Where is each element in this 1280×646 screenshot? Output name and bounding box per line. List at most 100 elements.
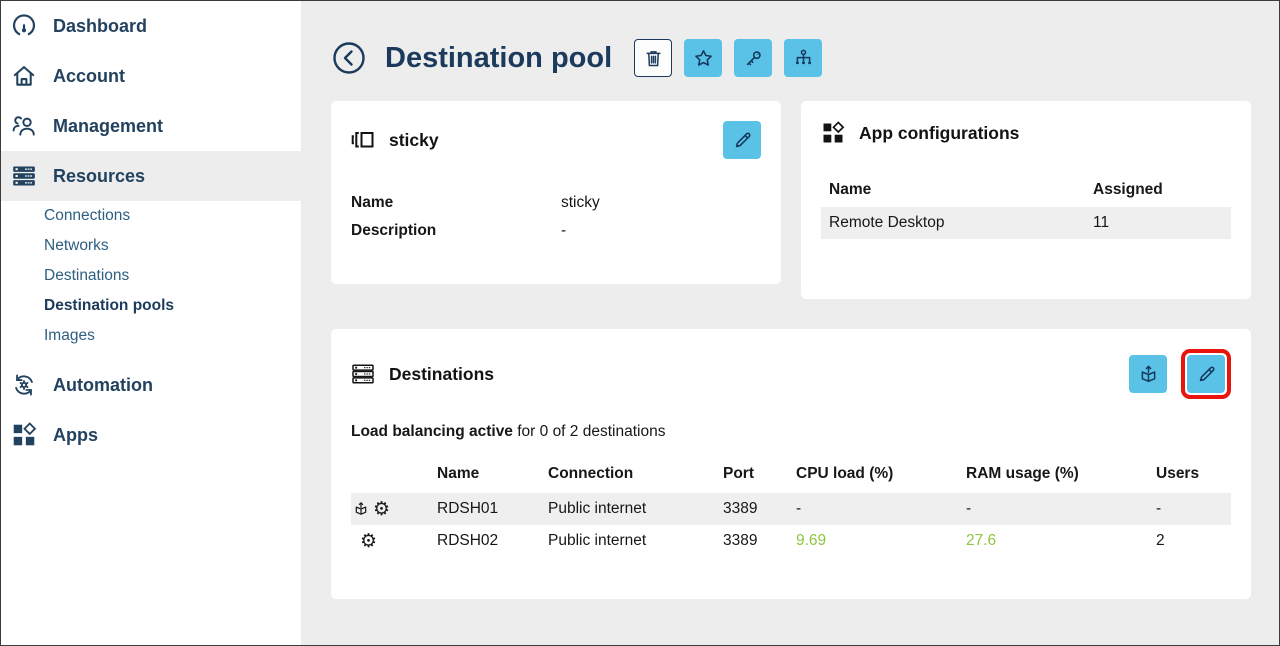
sync-gear-icon xyxy=(11,372,37,398)
gauge-icon xyxy=(11,13,37,39)
resources-subnav: Connections Networks Destinations Destin… xyxy=(1,201,301,351)
unbox-icon xyxy=(353,501,369,517)
sidebar-item-images[interactable]: Images xyxy=(1,321,301,351)
table-row: ⚙ RDSH01 Public internet 3389 - - - xyxy=(351,493,1231,525)
table-row[interactable]: Remote Desktop 11 xyxy=(821,207,1231,239)
sidebar-item-label: Management xyxy=(53,116,163,137)
destinations-table: Name Connection Port CPU load (%) RAM us… xyxy=(351,455,1231,557)
gear-icon[interactable]: ⚙ xyxy=(373,500,390,519)
column-header-name: Name xyxy=(829,181,1093,199)
column-header-ram: RAM usage (%) xyxy=(966,465,1156,483)
sub-item-label: Connections xyxy=(44,207,130,225)
sidebar-item-label: Dashboard xyxy=(53,16,147,37)
sub-item-label: Images xyxy=(44,327,95,345)
key-icon xyxy=(743,48,764,69)
field-value: sticky xyxy=(561,194,600,212)
cell-users: - xyxy=(1156,500,1231,518)
table-row: ⚙ RDSH02 Public internet 3389 9.69 27.6 … xyxy=(351,525,1231,557)
page-header: Destination pool xyxy=(331,39,1251,77)
cell-port: 3389 xyxy=(723,532,796,550)
sub-item-label: Destinations xyxy=(44,267,129,285)
cell-connection: Public internet xyxy=(548,500,723,518)
apps-grid-icon xyxy=(821,121,845,145)
servers-icon xyxy=(11,163,37,189)
cell-port: 3389 xyxy=(723,500,796,518)
load-balancing-label: Load balancing active xyxy=(351,423,513,440)
column-header-connection: Connection xyxy=(548,465,723,483)
main-content: Destination pool xyxy=(301,1,1280,645)
header-actions xyxy=(634,39,822,77)
sidebar-item-dashboard[interactable]: Dashboard xyxy=(1,1,301,51)
sidebar-item-destinations[interactable]: Destinations xyxy=(1,261,301,291)
unbox-icon xyxy=(1138,364,1159,385)
cell-cpu: - xyxy=(796,500,966,518)
field-description: Description - xyxy=(351,217,761,245)
cell-assigned: 11 xyxy=(1093,214,1223,232)
highlight-ring xyxy=(1181,349,1231,399)
apps-grid-icon xyxy=(11,422,37,448)
app-configurations-header: App configurations xyxy=(821,121,1231,145)
cards-row: sticky Name sticky Descr xyxy=(331,101,1251,299)
destinations-title: Destinations xyxy=(389,364,494,385)
sitemap-icon xyxy=(793,48,814,69)
sidebar-item-networks[interactable]: Networks xyxy=(1,231,301,261)
credentials-button[interactable] xyxy=(734,39,772,77)
cell-cpu: 9.69 xyxy=(796,532,966,550)
edit-destinations-button[interactable] xyxy=(1187,355,1225,393)
column-header-users: Users xyxy=(1156,465,1231,483)
sitemap-button[interactable] xyxy=(784,39,822,77)
column-header-assigned: Assigned xyxy=(1093,181,1223,199)
sidebar-item-label: Automation xyxy=(53,375,153,396)
pool-card-header: sticky xyxy=(351,121,761,159)
cell-ram: - xyxy=(966,500,1156,518)
sidebar-item-account[interactable]: Account xyxy=(1,51,301,101)
home-icon xyxy=(11,63,37,89)
back-button[interactable] xyxy=(331,40,367,76)
pool-card-title: sticky xyxy=(389,130,439,151)
cell-ram: 27.6 xyxy=(966,532,1156,550)
field-name: Name sticky xyxy=(351,189,761,217)
cell-name: Remote Desktop xyxy=(829,214,1093,232)
destinations-header: Destinations xyxy=(351,349,1231,399)
sidebar-item-label: Apps xyxy=(53,425,98,446)
pencil-icon xyxy=(1196,364,1217,385)
cell-name: RDSH01 xyxy=(437,500,548,518)
sub-item-label: Destination pools xyxy=(44,297,174,315)
column-header-cpu: CPU load (%) xyxy=(796,465,966,483)
field-value: - xyxy=(561,222,566,240)
pencil-icon xyxy=(732,130,753,151)
load-balancing-status: Load balancing active for 0 of 2 destina… xyxy=(351,423,1231,441)
favorite-button[interactable] xyxy=(684,39,722,77)
table-header-row: Name Connection Port CPU load (%) RAM us… xyxy=(351,455,1231,493)
app-configurations-title: App configurations xyxy=(859,123,1019,144)
pool-icon xyxy=(351,128,375,152)
sidebar-item-automation[interactable]: Automation xyxy=(1,360,301,410)
unbox-button[interactable] xyxy=(1129,355,1167,393)
field-label: Name xyxy=(351,194,561,212)
gear-icon[interactable]: ⚙ xyxy=(360,532,377,551)
trash-icon xyxy=(643,48,664,69)
app-window: Dashboard Account Management xyxy=(0,0,1280,646)
chevron-left-circle-icon xyxy=(331,40,367,76)
sidebar-item-destination-pools[interactable]: Destination pools xyxy=(1,291,301,321)
sidebar-item-apps[interactable]: Apps xyxy=(1,410,301,460)
edit-pool-button[interactable] xyxy=(723,121,761,159)
app-configurations-table: Name Assigned Remote Desktop 11 xyxy=(821,173,1231,239)
destinations-card: Destinations Lo xyxy=(331,329,1251,599)
column-header-port: Port xyxy=(723,465,796,483)
cell-connection: Public internet xyxy=(548,532,723,550)
star-icon xyxy=(693,48,714,69)
sidebar-item-label: Resources xyxy=(53,166,145,187)
sidebar-item-management[interactable]: Management xyxy=(1,101,301,151)
delete-button[interactable] xyxy=(634,39,672,77)
load-balancing-detail: for 0 of 2 destinations xyxy=(513,423,666,440)
column-header-name: Name xyxy=(437,465,548,483)
sub-item-label: Networks xyxy=(44,237,109,255)
sidebar: Dashboard Account Management xyxy=(1,1,301,645)
sidebar-item-resources[interactable]: Resources xyxy=(1,151,301,201)
pool-details-card: sticky Name sticky Descr xyxy=(331,101,781,284)
field-label: Description xyxy=(351,222,561,240)
servers-outline-icon xyxy=(351,362,375,386)
sidebar-item-label: Account xyxy=(53,66,125,87)
sidebar-item-connections[interactable]: Connections xyxy=(1,201,301,231)
